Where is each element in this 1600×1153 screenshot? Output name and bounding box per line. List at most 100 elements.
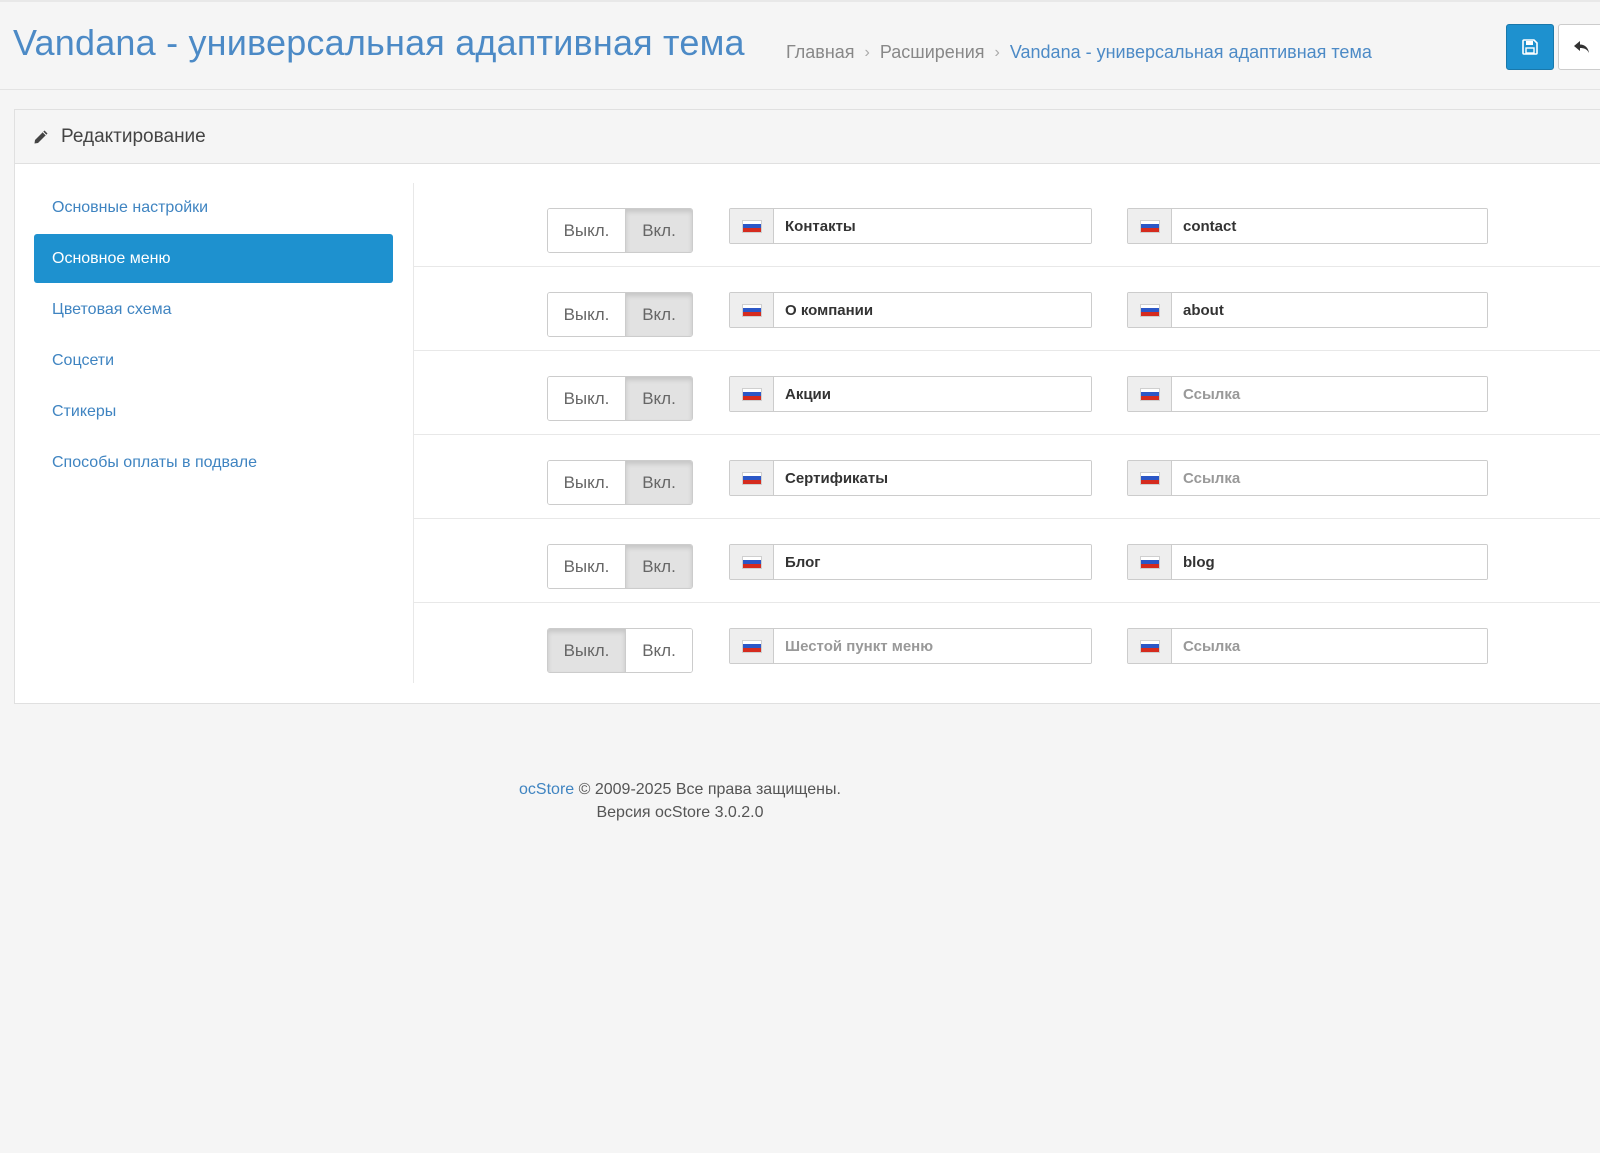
ru-flag-icon xyxy=(1139,471,1160,485)
menu-row: Выкл. Вкл. xyxy=(414,603,1600,687)
title-input-group xyxy=(729,292,1092,328)
toggle-off-button[interactable]: Выкл. xyxy=(548,209,626,252)
language-addon xyxy=(1128,461,1172,495)
ru-flag-icon xyxy=(741,303,762,317)
language-addon xyxy=(730,293,774,327)
edit-panel: Редактирование Основные настройки Основн… xyxy=(14,109,1600,704)
footer-copyright: © 2009-2025 Все права защищены. xyxy=(578,781,841,798)
menu-link-input[interactable] xyxy=(1172,209,1487,243)
enable-toggle: Выкл. Вкл. xyxy=(547,376,693,421)
language-addon xyxy=(1128,377,1172,411)
ru-flag-icon xyxy=(741,555,762,569)
link-input-group xyxy=(1127,460,1488,496)
menu-link-input[interactable] xyxy=(1172,461,1487,495)
breadcrumb-home[interactable]: Главная xyxy=(786,42,855,63)
sidebar-item-color-scheme[interactable]: Цветовая схема xyxy=(34,285,393,334)
ru-flag-icon xyxy=(1139,639,1160,653)
settings-sidebar: Основные настройки Основное меню Цветова… xyxy=(34,183,393,489)
ru-flag-icon xyxy=(1139,387,1160,401)
language-addon xyxy=(1128,293,1172,327)
menu-row: Выкл. Вкл. xyxy=(414,267,1600,351)
menu-row: Выкл. Вкл. xyxy=(414,435,1600,519)
ru-flag-icon xyxy=(741,387,762,401)
menu-row: Выкл. Вкл. xyxy=(414,351,1600,435)
toggle-off-button[interactable]: Выкл. xyxy=(548,629,626,672)
menu-rows: Выкл. Вкл. Выкл. Вкл. xyxy=(414,183,1600,687)
breadcrumb-separator: › xyxy=(864,43,870,61)
language-addon xyxy=(1128,545,1172,579)
back-button[interactable] xyxy=(1558,24,1600,70)
footer-version: Версия ocStore 3.0.2.0 xyxy=(596,804,764,821)
link-input-group xyxy=(1127,376,1488,412)
breadcrumb: Главная › Расширения › Vandana - универс… xyxy=(786,42,1372,63)
reply-icon xyxy=(1574,41,1589,53)
menu-row: Выкл. Вкл. xyxy=(414,519,1600,603)
language-addon xyxy=(1128,209,1172,243)
footer-brand-link[interactable]: ocStore xyxy=(519,781,574,798)
menu-link-input[interactable] xyxy=(1172,293,1487,327)
page-header: Vandana - универсальная адаптивная тема … xyxy=(0,0,1600,90)
toggle-on-button[interactable]: Вкл. xyxy=(626,461,692,504)
toggle-off-button[interactable]: Выкл. xyxy=(548,461,626,504)
toggle-off-button[interactable]: Выкл. xyxy=(548,377,626,420)
language-addon xyxy=(730,629,774,663)
sidebar-item-main-menu[interactable]: Основное меню xyxy=(34,234,393,283)
enable-toggle: Выкл. Вкл. xyxy=(547,292,693,337)
language-addon xyxy=(730,209,774,243)
title-input-group xyxy=(729,628,1092,664)
panel-title: Редактирование xyxy=(61,125,206,147)
toggle-on-button[interactable]: Вкл. xyxy=(626,293,692,336)
link-input-group xyxy=(1127,544,1488,580)
menu-title-input[interactable] xyxy=(774,209,1091,243)
menu-row: Выкл. Вкл. xyxy=(414,183,1600,267)
sidebar-item-social[interactable]: Соцсети xyxy=(34,336,393,385)
ru-flag-icon xyxy=(1139,555,1160,569)
toggle-off-button[interactable]: Выкл. xyxy=(548,293,626,336)
toggle-on-button[interactable]: Вкл. xyxy=(626,377,692,420)
ru-flag-icon xyxy=(1139,303,1160,317)
toggle-on-button[interactable]: Вкл. xyxy=(626,545,692,588)
menu-title-input[interactable] xyxy=(774,629,1091,663)
enable-toggle: Выкл. Вкл. xyxy=(547,628,693,673)
language-addon xyxy=(730,377,774,411)
menu-title-input[interactable] xyxy=(774,377,1091,411)
breadcrumb-current[interactable]: Vandana - универсальная адаптивная тема xyxy=(1010,42,1372,63)
title-input-group xyxy=(729,460,1092,496)
enable-toggle: Выкл. Вкл. xyxy=(547,544,693,589)
save-icon xyxy=(1522,39,1538,55)
save-button[interactable] xyxy=(1506,24,1554,70)
page-title: Vandana - универсальная адаптивная тема xyxy=(13,22,745,63)
link-input-group xyxy=(1127,208,1488,244)
breadcrumb-separator: › xyxy=(994,43,1000,61)
breadcrumb-extensions[interactable]: Расширения xyxy=(880,42,985,63)
menu-title-input[interactable] xyxy=(774,461,1091,495)
menu-title-input[interactable] xyxy=(774,293,1091,327)
title-input-group xyxy=(729,544,1092,580)
language-addon xyxy=(1128,629,1172,663)
ru-flag-icon xyxy=(741,639,762,653)
toggle-off-button[interactable]: Выкл. xyxy=(548,545,626,588)
menu-link-input[interactable] xyxy=(1172,629,1487,663)
ru-flag-icon xyxy=(741,219,762,233)
menu-link-input[interactable] xyxy=(1172,545,1487,579)
menu-link-input[interactable] xyxy=(1172,377,1487,411)
menu-title-input[interactable] xyxy=(774,545,1091,579)
language-addon xyxy=(730,545,774,579)
footer: ocStore © 2009-2025 Все права защищены. … xyxy=(0,778,1360,824)
language-addon xyxy=(730,461,774,495)
link-input-group xyxy=(1127,292,1488,328)
ru-flag-icon xyxy=(741,471,762,485)
enable-toggle: Выкл. Вкл. xyxy=(547,460,693,505)
sidebar-item-stickers[interactable]: Стикеры xyxy=(34,387,393,436)
title-input-group xyxy=(729,208,1092,244)
title-input-group xyxy=(729,376,1092,412)
toggle-on-button[interactable]: Вкл. xyxy=(626,209,692,252)
ru-flag-icon xyxy=(1139,219,1160,233)
link-input-group xyxy=(1127,628,1488,664)
pencil-icon xyxy=(34,130,48,143)
panel-heading: Редактирование xyxy=(15,110,1600,164)
footer-copyright-line: ocStore © 2009-2025 Все права защищены. xyxy=(0,778,1360,801)
toggle-on-button[interactable]: Вкл. xyxy=(626,629,692,672)
sidebar-item-payment-methods[interactable]: Способы оплаты в подвале xyxy=(34,438,393,487)
sidebar-item-main-settings[interactable]: Основные настройки xyxy=(34,183,393,232)
